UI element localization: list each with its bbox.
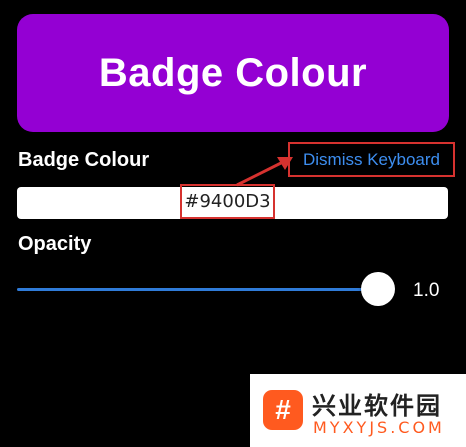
watermark-title: 兴业软件园: [312, 392, 442, 420]
hex-value-highlight: #9400D3: [180, 184, 275, 219]
annotation-arrow-icon: [236, 157, 293, 187]
watermark-url: MYXYJS.COM: [313, 418, 445, 437]
opacity-value: 1.0: [413, 280, 440, 301]
badge-preview-text: Badge Colour: [98, 50, 368, 95]
dismiss-keyboard-highlight: Dismiss Keyboard: [288, 142, 455, 177]
dismiss-keyboard-button[interactable]: Dismiss Keyboard: [303, 150, 440, 170]
watermark: # 兴业软件园 MYXYJS.COM: [250, 374, 466, 447]
badge-colour-label: Badge Colour: [18, 149, 150, 171]
opacity-label: Opacity: [18, 233, 92, 255]
opacity-slider[interactable]: [17, 272, 397, 306]
hex-colour-value: #9400D3: [184, 191, 271, 212]
badge-preview: Badge Colour: [17, 14, 449, 132]
opacity-slider-thumb[interactable]: [361, 272, 395, 306]
watermark-logo-icon: #: [263, 390, 303, 430]
badge-settings-screen: Badge Colour Badge Colour Dismiss Keyboa…: [0, 0, 466, 447]
opacity-slider-track[interactable]: [17, 288, 379, 291]
